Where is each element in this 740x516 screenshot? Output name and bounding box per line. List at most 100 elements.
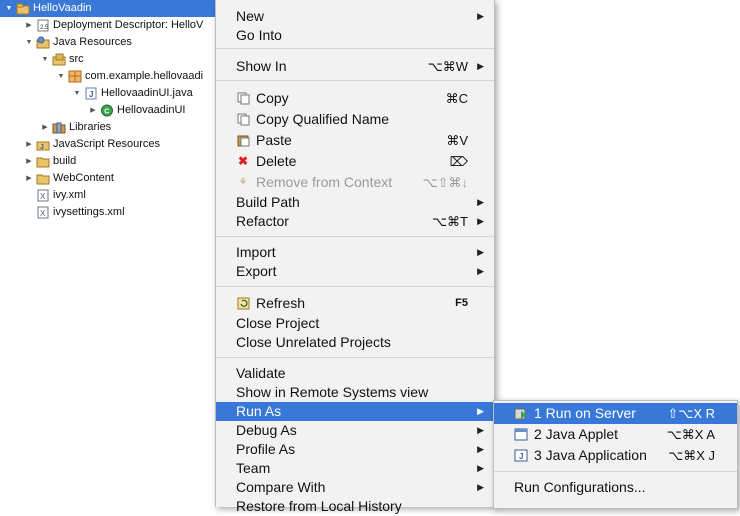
menu-item-compare-with[interactable]: Compare With ▶ [216, 478, 494, 497]
menu-item-show-in[interactable]: Show In ⌥⌘W ▶ [216, 57, 494, 76]
tree-item-java-resources[interactable]: ▼ Java Resources [24, 34, 132, 51]
project-icon [16, 2, 30, 15]
menu-item-go-into[interactable]: Go Into [216, 26, 494, 45]
folder-icon [36, 155, 50, 168]
tree-item-package[interactable]: ▼ com.example.hellovaadi [56, 68, 203, 85]
menu-shortcut: ⌥⇧⌘↓ [422, 175, 468, 190]
tree-item-class[interactable]: ▶ C HellovaadinUI [88, 102, 185, 119]
menu-shortcut: ⌘V [446, 133, 468, 148]
menu-item-label: Close Project [236, 315, 320, 331]
menu-item-label: Import [236, 244, 276, 260]
menu-item-show-in-remote-systems[interactable]: Show in Remote Systems view [216, 383, 494, 402]
submenu-arrow-icon: ▶ [477, 247, 484, 257]
expand-triangle-icon[interactable]: ▶ [24, 140, 34, 150]
menu-item-export[interactable]: Export ▶ [216, 262, 494, 281]
tree-item-label: WebContent [53, 172, 114, 184]
tree-item-libraries[interactable]: ▶ Libraries [40, 119, 111, 136]
submenu-arrow-icon: ▶ [477, 197, 484, 207]
menu-item-close-project[interactable]: Close Project [216, 314, 494, 333]
java-file-icon: J [84, 87, 98, 100]
tree-item-ivy-xml[interactable]: X ivy.xml [36, 187, 86, 204]
remove-context-icon: ⚘ [238, 177, 248, 188]
menu-item-label: Delete [256, 153, 297, 169]
copy-icon [236, 92, 250, 105]
paste-icon [236, 134, 250, 147]
deployment-descriptor-icon: 2.5 [36, 19, 50, 32]
menu-item-label: Copy Qualified Name [256, 111, 390, 127]
refresh-icon [236, 297, 250, 310]
collapse-triangle-icon[interactable]: ▼ [56, 72, 66, 82]
context-menu: New ▶ Go Into Show In ⌥⌘W ▶ Copy ⌘C Copy… [215, 0, 495, 514]
menu-item-debug-as[interactable]: Debug As ▶ [216, 421, 494, 440]
svg-text:J: J [89, 90, 93, 99]
tree-item-javascript-resources[interactable]: ▶ J JavaScript Resources [24, 136, 160, 153]
folder-icon [36, 172, 50, 185]
tree-item-ivysettings-xml[interactable]: X ivysettings.xml [36, 204, 125, 221]
submenu-item-java-applet[interactable]: 2 Java Applet ⌥⌘X A [494, 424, 737, 445]
menu-item-delete[interactable]: ✖ Delete ⌦ [216, 152, 494, 171]
menu-item-remove-from-context: ⚘ Remove from Context ⌥⇧⌘↓ [216, 173, 494, 192]
submenu-arrow-icon: ▶ [477, 463, 484, 473]
copy-qualified-name-icon [236, 113, 250, 126]
menu-item-refresh[interactable]: Refresh F5 [216, 294, 494, 313]
javascript-resources-icon: J [36, 138, 50, 151]
menu-item-label: Close Unrelated Projects [236, 334, 391, 350]
expand-triangle-icon[interactable]: ▶ [88, 106, 98, 116]
tree-item-label: src [69, 53, 84, 65]
source-folder-icon [52, 53, 66, 66]
menu-item-copy-qualified-name[interactable]: Copy Qualified Name [216, 110, 494, 129]
expand-triangle-icon[interactable]: ▶ [40, 123, 50, 133]
menu-item-paste[interactable]: Paste ⌘V [216, 131, 494, 150]
tree-item-label: Deployment Descriptor: HelloV [53, 19, 204, 31]
tree-item-src[interactable]: ▼ src [40, 51, 84, 68]
menu-separator [216, 80, 494, 81]
submenu-item-run-on-server[interactable]: 1 Run on Server ⇧⌥X R [494, 403, 737, 424]
menu-item-run-as[interactable]: Run As ▶ [216, 402, 494, 421]
menu-item-validate[interactable]: Validate [216, 364, 494, 383]
menu-item-label: Run As [236, 403, 282, 419]
menu-item-refactor[interactable]: Refactor ⌥⌘T ▶ [216, 212, 494, 231]
menu-shortcut: ⌥⌘X J [668, 448, 715, 463]
submenu-arrow-icon: ▶ [477, 425, 484, 435]
menu-shortcut: ⌥⌘T [432, 214, 468, 229]
tree-item-webcontent[interactable]: ▶ WebContent [24, 170, 114, 187]
menu-item-label: Run Configurations... [514, 479, 646, 495]
submenu-arrow-icon: ▶ [477, 406, 484, 416]
menu-item-import[interactable]: Import ▶ [216, 243, 494, 262]
expand-triangle-icon[interactable]: ▼ [4, 4, 14, 14]
menu-item-label: Show In [236, 58, 287, 74]
menu-item-team[interactable]: Team ▶ [216, 459, 494, 478]
submenu-item-run-configurations[interactable]: Run Configurations... [494, 477, 737, 498]
menu-shortcut: F5 [455, 297, 468, 309]
menu-item-close-unrelated-projects[interactable]: Close Unrelated Projects [216, 333, 494, 352]
menu-item-label: 3 Java Application [534, 447, 647, 463]
menu-item-copy[interactable]: Copy ⌘C [216, 89, 494, 108]
svg-text:J: J [519, 452, 523, 461]
tree-item-label: ivy.xml [53, 189, 86, 201]
collapse-triangle-icon[interactable]: ▼ [24, 38, 34, 48]
collapse-triangle-icon[interactable]: ▼ [72, 89, 82, 99]
submenu-item-java-application[interactable]: J 3 Java Application ⌥⌘X J [494, 445, 737, 466]
tree-item-label: HellovaadinUI [117, 104, 186, 116]
svg-text:J: J [40, 144, 44, 151]
menu-shortcut: ⌘C [445, 91, 468, 106]
expand-triangle-icon[interactable]: ▶ [24, 21, 34, 31]
menu-separator [216, 286, 494, 287]
submenu-arrow-icon: ▶ [477, 482, 484, 492]
tree-item-java-file[interactable]: ▼ J HellovaadinUI.java [72, 85, 193, 102]
tree-item-deployment-descriptor[interactable]: ▶ 2.5 Deployment Descriptor: HelloV [24, 17, 203, 34]
tree-item-label: build [53, 155, 77, 167]
menu-item-label: Refactor [236, 213, 289, 229]
menu-item-new[interactable]: New ▶ [216, 7, 494, 26]
menu-item-build-path[interactable]: Build Path ▶ [216, 193, 494, 212]
run-on-server-icon [514, 407, 528, 420]
menu-item-label: Compare With [236, 479, 326, 495]
xml-file-icon: X [36, 206, 50, 219]
collapse-triangle-icon[interactable]: ▼ [40, 55, 50, 65]
java-resources-icon [36, 36, 50, 49]
xml-file-icon: X [36, 189, 50, 202]
menu-item-profile-as[interactable]: Profile As ▶ [216, 440, 494, 459]
expand-triangle-icon[interactable]: ▶ [24, 174, 34, 184]
expand-triangle-icon[interactable]: ▶ [24, 157, 34, 167]
tree-item-build[interactable]: ▶ build [24, 153, 76, 170]
